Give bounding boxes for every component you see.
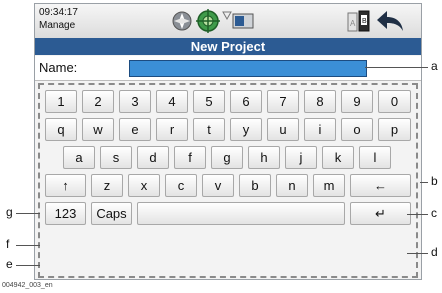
callout-g: g	[6, 205, 13, 219]
callout-a: a	[431, 59, 438, 73]
key-f[interactable]: f	[174, 146, 206, 169]
callout-b: b	[431, 174, 438, 188]
key-h[interactable]: h	[248, 146, 280, 169]
key-n[interactable]: n	[276, 174, 308, 197]
key-r[interactable]: r	[156, 118, 188, 141]
key-q[interactable]: q	[45, 118, 77, 141]
signal-icon	[222, 10, 232, 20]
key-k[interactable]: k	[322, 146, 354, 169]
target-icon[interactable]	[196, 9, 220, 33]
key-c[interactable]: c	[165, 174, 197, 197]
callout-f-line	[16, 245, 40, 246]
battery-ab-icon: A B	[347, 9, 371, 33]
callout-a-line	[365, 67, 428, 68]
key-w[interactable]: w	[82, 118, 114, 141]
key-o[interactable]: o	[341, 118, 373, 141]
caps-key[interactable]: Caps	[91, 202, 132, 225]
key-8[interactable]: 8	[304, 90, 336, 113]
key-a[interactable]: a	[63, 146, 95, 169]
on-screen-keyboard: 1 2 3 4 5 6 7 8 9 0 q w e r t y u i o p …	[38, 83, 418, 278]
key-l[interactable]: l	[359, 146, 391, 169]
key-d[interactable]: d	[137, 146, 169, 169]
callout-d: d	[431, 245, 438, 259]
sim-card-icon	[232, 13, 254, 29]
key-p[interactable]: p	[378, 118, 411, 141]
key-1[interactable]: 1	[45, 90, 77, 113]
key-i[interactable]: i	[304, 118, 336, 141]
callout-d-line	[407, 253, 428, 254]
back-arrow-icon[interactable]	[375, 9, 405, 33]
callout-b-line	[420, 182, 428, 183]
status-bar: 09:34:17 Manage A B	[35, 4, 421, 39]
key-4[interactable]: 4	[156, 90, 188, 113]
device-screen: 09:34:17 Manage A B New Project Name: 1 …	[34, 3, 422, 280]
key-z[interactable]: z	[91, 174, 123, 197]
figure-code: 004942_003_en	[2, 282, 53, 289]
key-t[interactable]: t	[193, 118, 225, 141]
enter-key[interactable]: ↵	[350, 202, 411, 225]
key-9[interactable]: 9	[341, 90, 373, 113]
callout-c: c	[431, 206, 437, 220]
name-row: Name:	[35, 56, 421, 81]
name-input[interactable]	[129, 60, 367, 77]
backspace-key[interactable]: ←	[350, 174, 411, 197]
key-x[interactable]: x	[128, 174, 160, 197]
key-u[interactable]: u	[267, 118, 299, 141]
callout-e: e	[6, 257, 13, 271]
compass-icon[interactable]	[172, 11, 192, 31]
key-b[interactable]: b	[239, 174, 271, 197]
key-2[interactable]: 2	[82, 90, 114, 113]
key-v[interactable]: v	[202, 174, 234, 197]
callout-f: f	[6, 237, 10, 251]
name-label: Name:	[39, 60, 78, 75]
callout-g-line	[16, 213, 40, 214]
key-e[interactable]: e	[119, 118, 151, 141]
app-label: Manage	[39, 20, 76, 31]
key-j[interactable]: j	[285, 146, 317, 169]
key-y[interactable]: y	[230, 118, 262, 141]
callout-e-line	[16, 265, 40, 266]
callout-c-line	[407, 214, 428, 215]
page-title: New Project	[35, 38, 421, 55]
key-m[interactable]: m	[313, 174, 345, 197]
svg-text:A: A	[350, 19, 356, 28]
svg-text:B: B	[362, 18, 367, 25]
key-5[interactable]: 5	[193, 90, 225, 113]
key-0[interactable]: 0	[378, 90, 411, 113]
clock: 09:34:17	[39, 7, 78, 18]
key-g[interactable]: g	[211, 146, 243, 169]
space-key[interactable]	[137, 202, 345, 225]
numeric-key[interactable]: 123	[45, 202, 86, 225]
key-7[interactable]: 7	[267, 90, 299, 113]
key-6[interactable]: 6	[230, 90, 262, 113]
key-3[interactable]: 3	[119, 90, 151, 113]
key-s[interactable]: s	[100, 146, 132, 169]
shift-key[interactable]: ↑	[45, 174, 86, 197]
